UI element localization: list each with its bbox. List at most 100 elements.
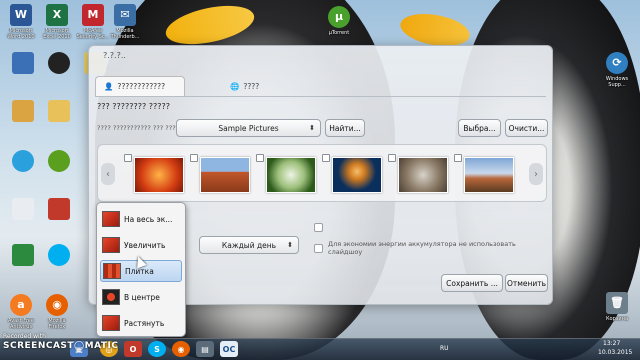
find-button[interactable]: Найти... — [325, 119, 365, 137]
desktop-icon-utorrent[interactable]: µ µTorrent — [322, 6, 356, 36]
app-icon — [12, 198, 34, 220]
chevron-down-icon: ⬍ — [309, 124, 315, 132]
desktop-icon-app[interactable] — [6, 52, 40, 76]
scroll-left-button[interactable]: ‹ — [101, 163, 115, 185]
thumbnail-checkbox[interactable] — [454, 154, 462, 162]
desktop-icon-mcafee[interactable]: M McAfee Security Sc... — [76, 4, 110, 40]
interval-select[interactable]: Каждый день ⬍ — [199, 236, 299, 254]
menu-item-center[interactable]: В центре — [100, 286, 182, 308]
app-icon[interactable]: ▤ — [196, 341, 214, 357]
utorrent-icon: µ — [328, 6, 350, 28]
globe-icon: 🌐 — [230, 81, 240, 91]
desktop-icon-label: Microsoft Excel 2010 — [43, 28, 71, 40]
desktop-icon-folder[interactable] — [42, 100, 76, 124]
desktop-icon-excel[interactable]: X Microsoft Excel 2010 — [40, 4, 74, 40]
desktop-icon-word[interactable]: W Microsoft Word 2010 — [4, 4, 38, 40]
desktop-icon-label: Windows Supp... — [605, 76, 629, 88]
desktop-icon-app[interactable] — [6, 244, 40, 268]
skype-icon[interactable]: S — [148, 341, 166, 357]
desktop-icon-skype[interactable] — [42, 244, 76, 268]
image-strip: ‹ › — [97, 144, 547, 202]
scroll-right-button[interactable]: › — [529, 163, 543, 185]
tile-icon — [103, 263, 121, 279]
desktop-icon-label: Avast Free Antivirus — [8, 318, 34, 330]
user-icon: 👤 — [104, 82, 114, 91]
desktop-icon-label: Mozilla Firefox — [48, 318, 66, 330]
desktop-icon-app[interactable] — [42, 52, 76, 76]
mcafee-icon: M — [82, 4, 104, 26]
word-icon: W — [10, 4, 32, 26]
dialog-title: ?.?.?.. — [103, 51, 126, 60]
battery-option-row[interactable]: Для экономии энергии аккумулятора не исп… — [314, 240, 538, 256]
thumbnail-image[interactable] — [398, 157, 448, 193]
thumbnail-image[interactable] — [134, 157, 184, 193]
desktop-icon-recycle-bin[interactable]: 🗑 Корзина — [600, 292, 634, 322]
desktop-icon-app[interactable] — [6, 150, 40, 174]
tab-label: ???????????? — [117, 82, 166, 91]
opera-icon[interactable]: O — [124, 341, 142, 357]
desktop-icon-app[interactable] — [6, 198, 40, 222]
tab-online[interactable]: 🌐 ???? — [222, 76, 302, 96]
menu-item-fill[interactable]: На весь эк... — [100, 208, 182, 230]
tab-divider — [95, 96, 546, 97]
thumbnail-checkbox[interactable] — [322, 154, 330, 162]
tab-label: ???? — [243, 81, 260, 91]
center-icon — [102, 289, 120, 305]
skype-icon — [48, 244, 70, 266]
desktop-icon-avast[interactable]: a Avast Free Antivirus — [4, 294, 38, 330]
battery-option-checkbox[interactable] — [314, 243, 323, 253]
thumbnail-checkbox[interactable] — [190, 154, 198, 162]
desktop-icon-app[interactable] — [42, 198, 76, 222]
option-checkbox[interactable] — [314, 223, 323, 232]
folder-icon — [48, 100, 70, 122]
windows-support-icon: ⟳ — [606, 52, 628, 74]
app-icon — [12, 244, 34, 266]
clear-button[interactable]: Очисти... — [505, 119, 548, 137]
desktop-icon-app[interactable] — [6, 100, 40, 124]
clock-time[interactable]: 13:27 — [603, 340, 620, 347]
app-icon — [48, 52, 70, 74]
mail-icon: ✉ — [114, 4, 136, 26]
interval-select-value: Каждый день — [221, 240, 277, 250]
thumbnail-checkbox[interactable] — [124, 154, 132, 162]
thumbnail-image[interactable] — [266, 157, 316, 193]
firefox-icon: ◉ — [46, 294, 68, 316]
thumbnail-image[interactable] — [200, 157, 250, 193]
menu-item-label: Увеличить — [124, 240, 166, 250]
excel-icon: X — [46, 4, 68, 26]
tab-personal[interactable]: 👤 ???????????? — [95, 76, 185, 96]
app-icon — [12, 150, 34, 172]
firefox-icon[interactable]: ◉ — [172, 341, 190, 357]
picture-position-menu: На весь эк... Увеличить Плитка В центре … — [96, 202, 186, 337]
menu-item-label: Растянуть — [124, 318, 165, 328]
desktop-icon-thunderbird[interactable]: ✉ Mozilla Thunderb... — [108, 4, 142, 40]
battery-option-label: Для экономии энергии аккумулятора не исп… — [328, 240, 516, 256]
screencastomatic-icon[interactable]: OC — [220, 341, 238, 357]
menu-item-label: В центре — [124, 292, 160, 302]
desktop-icon-windows-support[interactable]: ⟳ Windows Supp... — [600, 52, 634, 88]
watermark-screencastomatic: SCREENCAST◯MATIC — [3, 341, 119, 351]
desktop-icon-firefox[interactable]: ◉ Mozilla Firefox — [40, 294, 74, 330]
language-indicator[interactable]: RU — [440, 345, 449, 352]
thumbnail-checkbox[interactable] — [256, 154, 264, 162]
thumbnail-image[interactable] — [332, 157, 382, 193]
menu-item-label: На весь эк... — [124, 214, 173, 224]
option-checkbox-row[interactable] — [314, 223, 323, 232]
desktop-icon-label: Корзина — [605, 316, 629, 322]
avast-icon: a — [10, 294, 32, 316]
menu-item-label: Плитка — [125, 266, 154, 276]
thumbnail-image[interactable] — [464, 157, 514, 193]
watermark-recorded-with: Recorded with — [3, 333, 46, 340]
stretch-icon — [102, 315, 120, 331]
cancel-button[interactable]: Отменить — [505, 274, 548, 292]
fit-icon — [102, 237, 120, 253]
thumbnail-checkbox[interactable] — [388, 154, 396, 162]
clock-date[interactable]: 10.03.2015 — [598, 349, 632, 356]
menu-item-stretch[interactable]: Растянуть — [100, 312, 182, 334]
section-heading: ??? ???????? ????? — [97, 102, 171, 111]
menu-item-fit[interactable]: Увеличить — [100, 234, 182, 256]
folder-select[interactable]: Sample Pictures ⬍ — [176, 119, 321, 137]
choose-button[interactable]: Выбра... — [458, 119, 501, 137]
desktop-icon-app[interactable] — [42, 150, 76, 174]
save-button[interactable]: Сохранить ... — [441, 274, 503, 292]
